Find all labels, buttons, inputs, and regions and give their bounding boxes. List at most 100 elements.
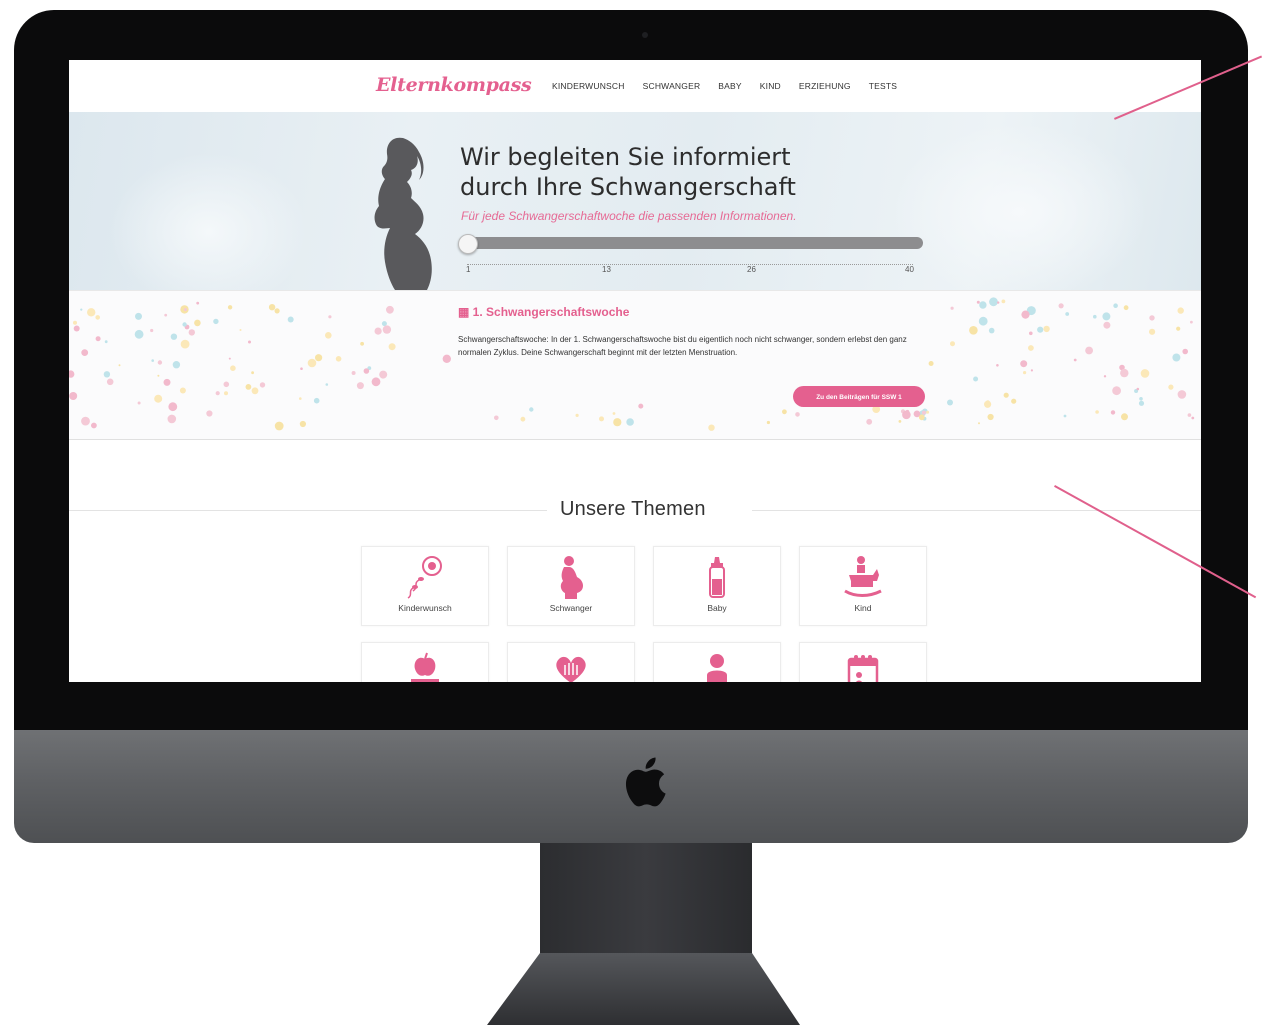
confetti-dot xyxy=(230,365,236,371)
confetti-dot xyxy=(118,364,121,367)
confetti-dot xyxy=(1043,325,1050,333)
week-slider-track[interactable] xyxy=(463,237,923,249)
hero-title-line1: Wir begleiten Sie informiert xyxy=(460,143,791,171)
confetti-dot xyxy=(1121,413,1128,421)
confetti-dot xyxy=(1063,414,1067,418)
confetti-dot xyxy=(1103,375,1107,378)
confetti-dot xyxy=(984,400,992,408)
confetti-dot xyxy=(251,371,255,375)
confetti-dot xyxy=(997,301,1000,304)
confetti-dot xyxy=(1140,369,1150,378)
confetti-dot xyxy=(95,336,101,342)
confetti-dot xyxy=(973,376,979,382)
menu-item-kinderwunsch[interactable]: KINDERWUNSCH xyxy=(552,81,625,91)
pregnant-woman-silhouette-icon xyxy=(374,137,432,290)
confetti-dot xyxy=(442,354,451,363)
theme-card-kind[interactable]: Kind xyxy=(799,546,927,626)
confetti-dot xyxy=(172,361,181,369)
theme-card-schwanger[interactable]: Schwanger xyxy=(507,546,635,626)
hero-title: Wir begleiten Sie informiert durch Ihre … xyxy=(460,142,796,202)
page-background xyxy=(1248,0,1263,1025)
week-slider-handle[interactable] xyxy=(458,234,478,254)
confetti-dot xyxy=(313,397,320,404)
confetti-dot xyxy=(520,416,526,422)
confetti-dot xyxy=(1102,312,1111,321)
tick-label-13: 13 xyxy=(602,265,611,274)
confetti-dot xyxy=(1149,328,1156,335)
confetti-dot xyxy=(947,399,953,406)
confetti-dot xyxy=(1037,326,1044,333)
confetti-dot xyxy=(194,319,201,327)
rocking-horse-icon xyxy=(844,556,882,597)
child-icon xyxy=(707,654,727,682)
confetti-dot xyxy=(987,413,994,421)
confetti-dot xyxy=(224,391,228,396)
theme-card-label: Schwanger xyxy=(549,603,593,613)
confetti-dot xyxy=(287,316,294,323)
confetti-dot xyxy=(351,371,356,375)
calendar-icon: ▦ xyxy=(458,305,473,319)
theme-card-label: Kind xyxy=(854,603,872,613)
confetti-dot xyxy=(1191,416,1195,420)
confetti-dot xyxy=(388,343,396,351)
confetti-dot xyxy=(179,387,186,394)
confetti-dot xyxy=(1065,312,1070,316)
confetti-dot xyxy=(196,301,200,305)
confetti-dot xyxy=(157,374,160,377)
confetti-dot xyxy=(989,297,998,307)
confetti-dot xyxy=(151,359,154,362)
confetti-dot xyxy=(104,340,108,344)
theme-card-kalender[interactable] xyxy=(799,642,927,682)
divider-right xyxy=(752,510,1201,511)
confetti-dot xyxy=(356,382,364,390)
confetti-dot xyxy=(382,325,392,334)
theme-card-baby[interactable]: Baby xyxy=(653,546,781,626)
theme-card-erziehung[interactable] xyxy=(361,642,489,682)
confetti-dot xyxy=(251,387,259,395)
confetti-dot xyxy=(1020,360,1028,368)
camera-dot xyxy=(642,32,648,38)
confetti-dot xyxy=(170,333,178,340)
theme-card-kinderwunsch[interactable]: Kinderwunsch xyxy=(361,546,489,626)
menu-item-schwanger[interactable]: SCHWANGER xyxy=(643,81,701,91)
confetti-dot xyxy=(996,364,999,367)
confetti-dot xyxy=(164,313,168,317)
confetti-dot xyxy=(299,420,306,428)
theme-card-familie[interactable] xyxy=(507,642,635,682)
confetti-dot xyxy=(374,327,382,335)
confetti-dot xyxy=(1003,392,1009,398)
site-logo[interactable]: Elternkompass xyxy=(376,74,532,96)
confetti-dot xyxy=(1021,310,1030,319)
menu-item-erziehung[interactable]: ERZIEHUNG xyxy=(799,81,851,91)
confetti-dot xyxy=(612,412,616,415)
monitor-stand xyxy=(487,843,800,1025)
week-description: Schwangerschaftswoche: In der 1. Schwang… xyxy=(458,335,907,357)
confetti-dot xyxy=(1136,387,1140,391)
apple-books-icon xyxy=(411,652,439,682)
confetti-dot xyxy=(299,397,302,400)
confetti-dot xyxy=(157,360,163,365)
confetti-dot xyxy=(529,407,534,412)
confetti-dot xyxy=(1001,299,1006,304)
confetti-dot xyxy=(163,378,171,386)
tick-label-26: 26 xyxy=(747,265,756,274)
confetti-dot xyxy=(782,409,787,415)
confetti-dot xyxy=(921,410,927,415)
confetti-dot xyxy=(180,339,190,349)
confetti-dot xyxy=(1095,410,1099,414)
confetti-dot xyxy=(259,382,266,388)
menu-item-baby[interactable]: BABY xyxy=(718,81,741,91)
week-title: ▦ 1. Schwangerschaftswoche xyxy=(458,305,630,319)
confetti-dot xyxy=(950,306,954,310)
ssw-articles-button[interactable]: Zu den Beiträgen für SSW 1 xyxy=(793,386,925,407)
confetti-dot xyxy=(1182,348,1188,355)
confetti-dot xyxy=(1190,320,1193,324)
theme-card-kinder[interactable] xyxy=(653,642,781,682)
confetti-dot xyxy=(626,418,634,426)
confetti-dot xyxy=(335,356,342,362)
confetti-dot xyxy=(300,367,303,370)
confetti-dot xyxy=(307,358,317,368)
menu-item-tests[interactable]: TESTS xyxy=(869,81,897,91)
menu-item-kind[interactable]: KIND xyxy=(760,81,781,91)
calendar-icon xyxy=(847,655,879,682)
